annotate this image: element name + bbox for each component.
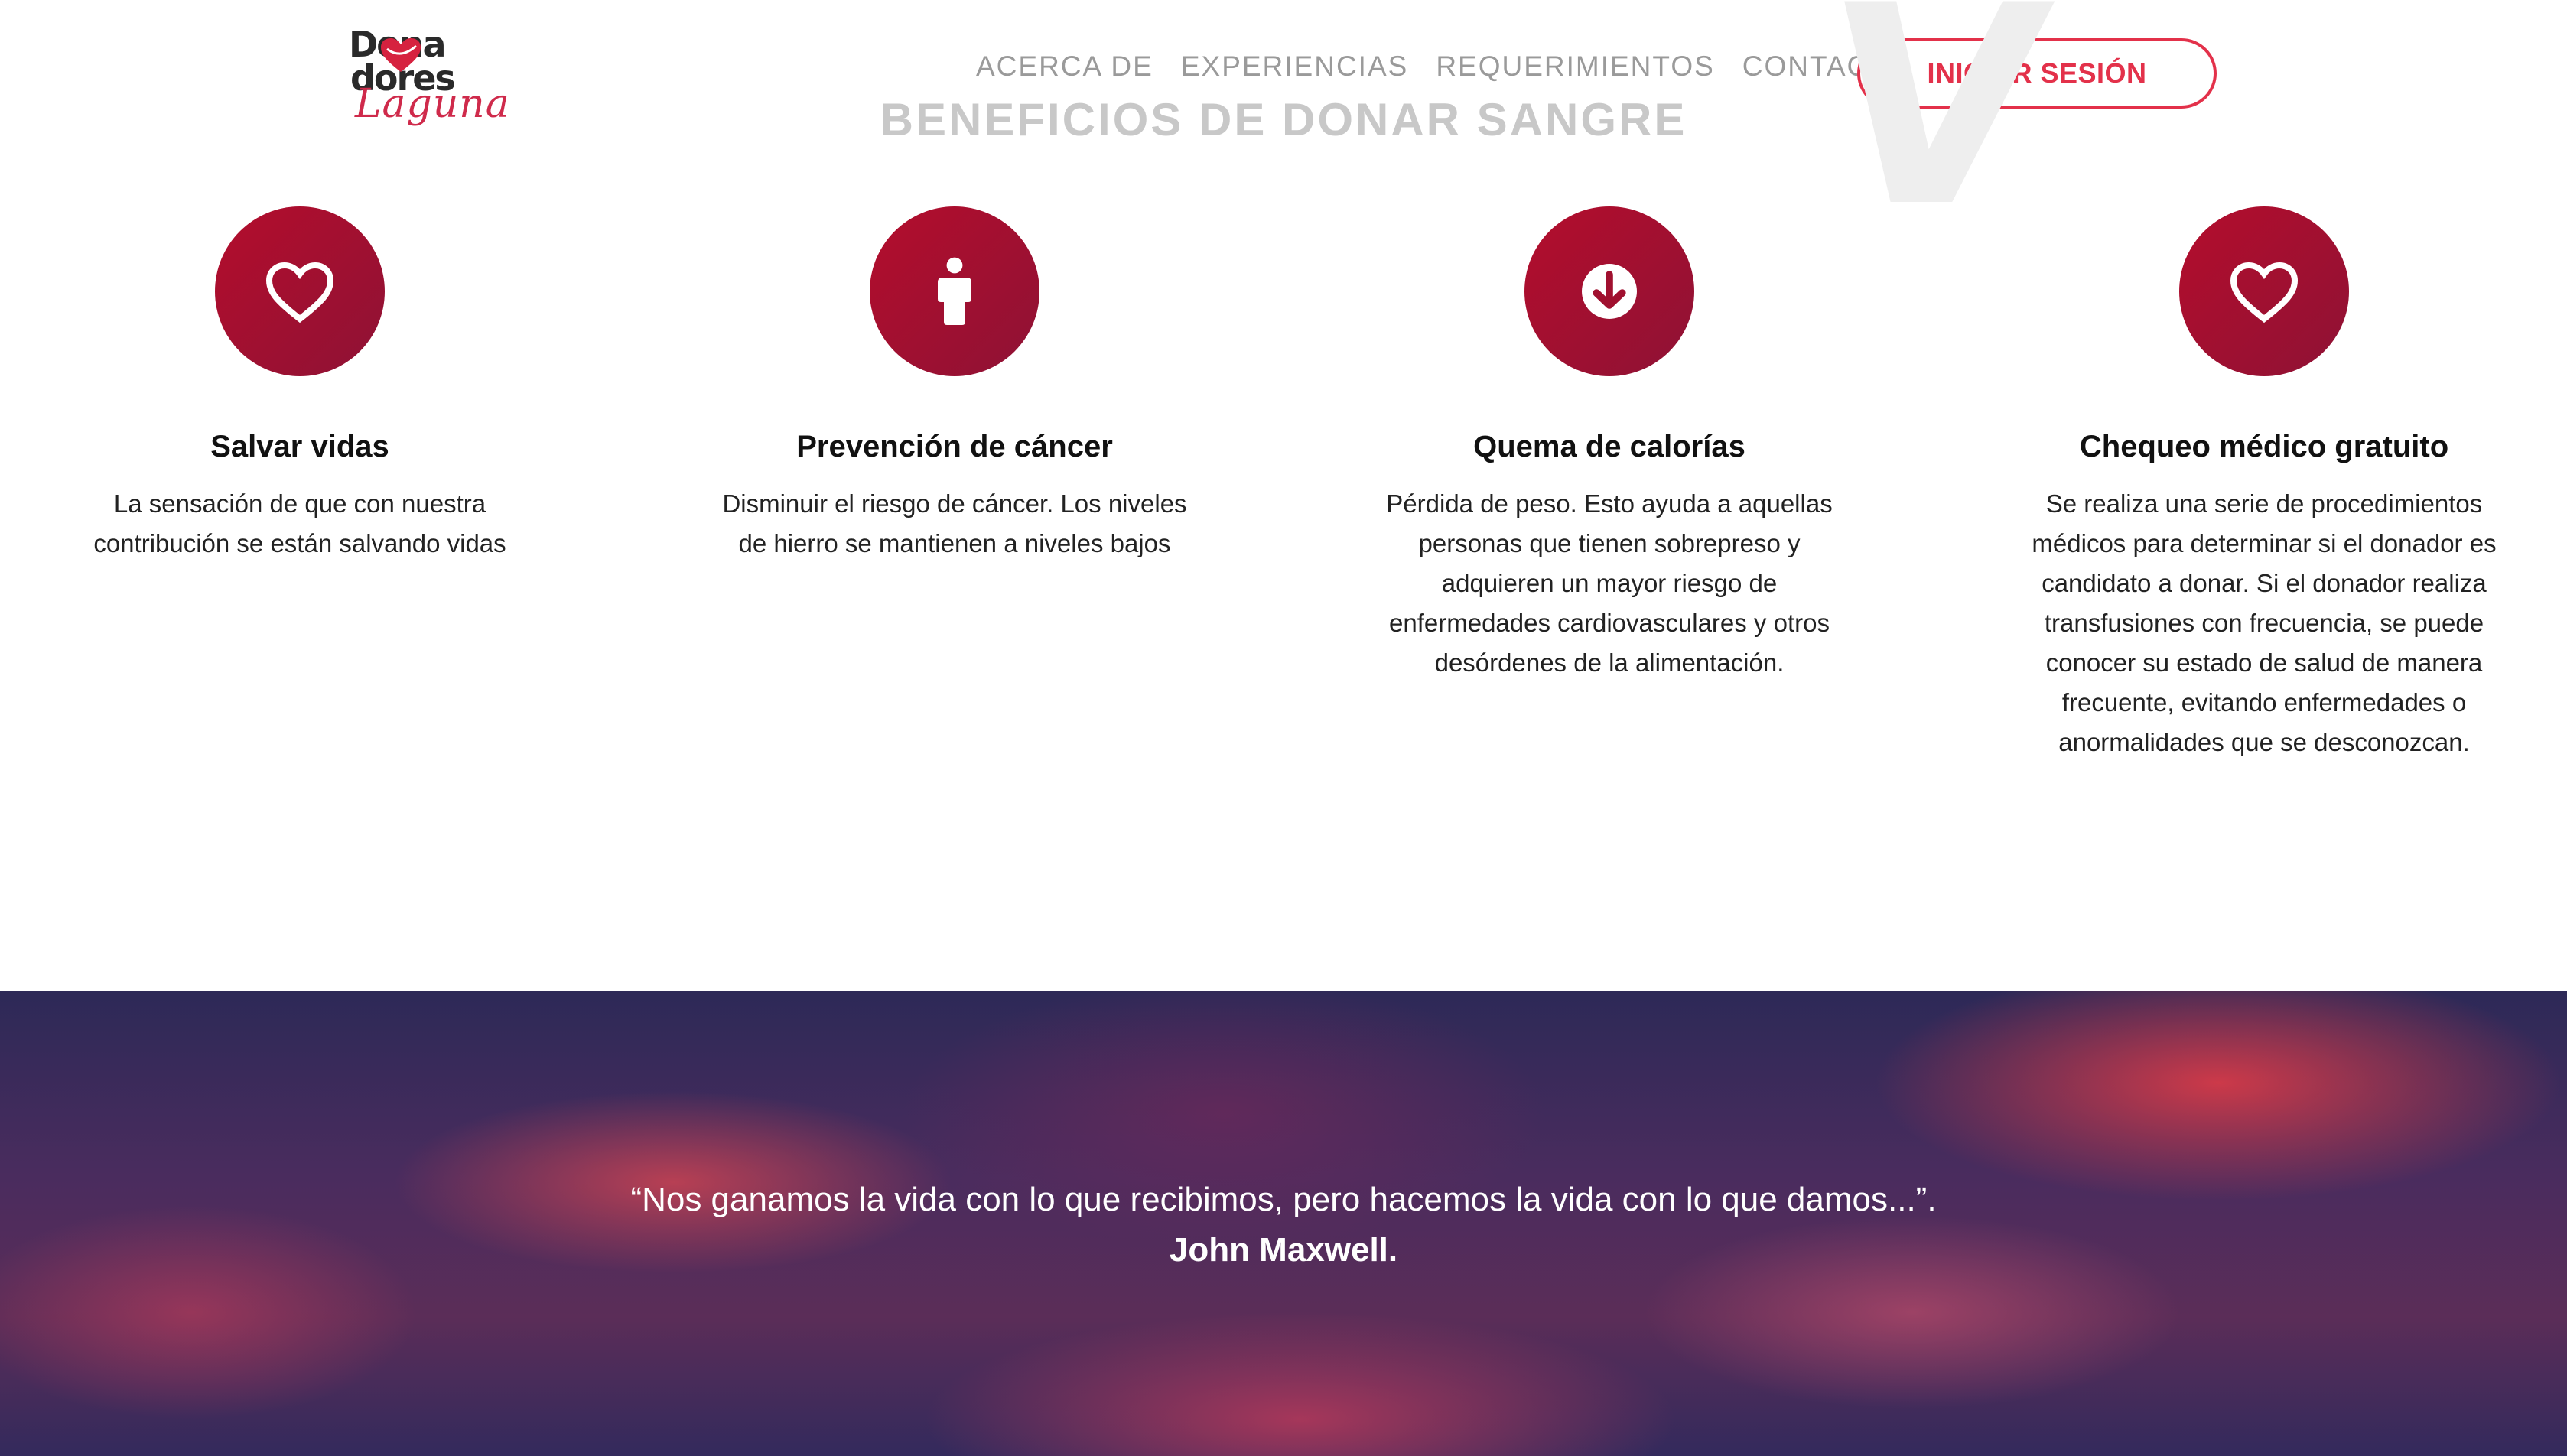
benefit-icon-circle [2179,206,2349,376]
heart-icon [265,262,334,323]
arrow-down-circle-icon [1582,264,1637,319]
nav-link-experiencias[interactable]: EXPERIENCIAS [1181,50,1408,83]
quote-block: “Nos ganamos la vida con lo que recibimo… [0,1175,2567,1276]
heart-icon [2230,262,2299,323]
person-icon [938,257,971,325]
benefit-icon-circle [215,206,385,376]
benefit-title: Salvar vidas [210,430,389,463]
benefit-card-quema-calorias: Quema de calorías Pérdida de peso. Esto … [1342,206,1877,683]
quote-text: “Nos ganamos la vida con lo que recibimo… [630,1181,1937,1218]
benefit-card-prevencion-cancer: Prevención de cáncer Disminuir el riesgo… [687,206,1222,564]
benefit-card-salvar-vidas: Salvar vidas La sensación de que con nue… [32,206,568,564]
nav-link-acerca-de[interactable]: ACERCA DE [976,50,1153,83]
benefit-text: Disminuir el riesgo de cáncer. Los nivel… [722,489,1187,557]
benefit-icon-circle [870,206,1039,376]
quote-author: John Maxwell. [1169,1231,1398,1269]
benefit-title: Prevención de cáncer [796,430,1113,463]
benefit-text: La sensación de que con nuestra contribu… [93,489,506,557]
main-nav: ACERCA DE EXPERIENCIAS REQUERIMIENTOS CO… [976,50,1911,83]
benefit-title: Chequeo médico gratuito [2079,430,2449,463]
benefit-icon-circle [1524,206,1694,376]
benefit-title: Quema de calorías [1473,430,1745,463]
benefit-text: Pérdida de peso. Esto ayuda a aquellas p… [1386,489,1833,677]
section-title: BENEFICIOS DE DONAR SANGRE [880,94,1687,145]
benefit-card-chequeo-medico: Chequeo médico gratuito Se realiza una s… [1996,206,2532,762]
benefit-text: Se realiza una serie de procedimientos m… [2032,489,2497,756]
logo-heart-icon [381,38,421,72]
nav-link-requerimientos[interactable]: REQUERIMIENTOS [1436,50,1714,83]
